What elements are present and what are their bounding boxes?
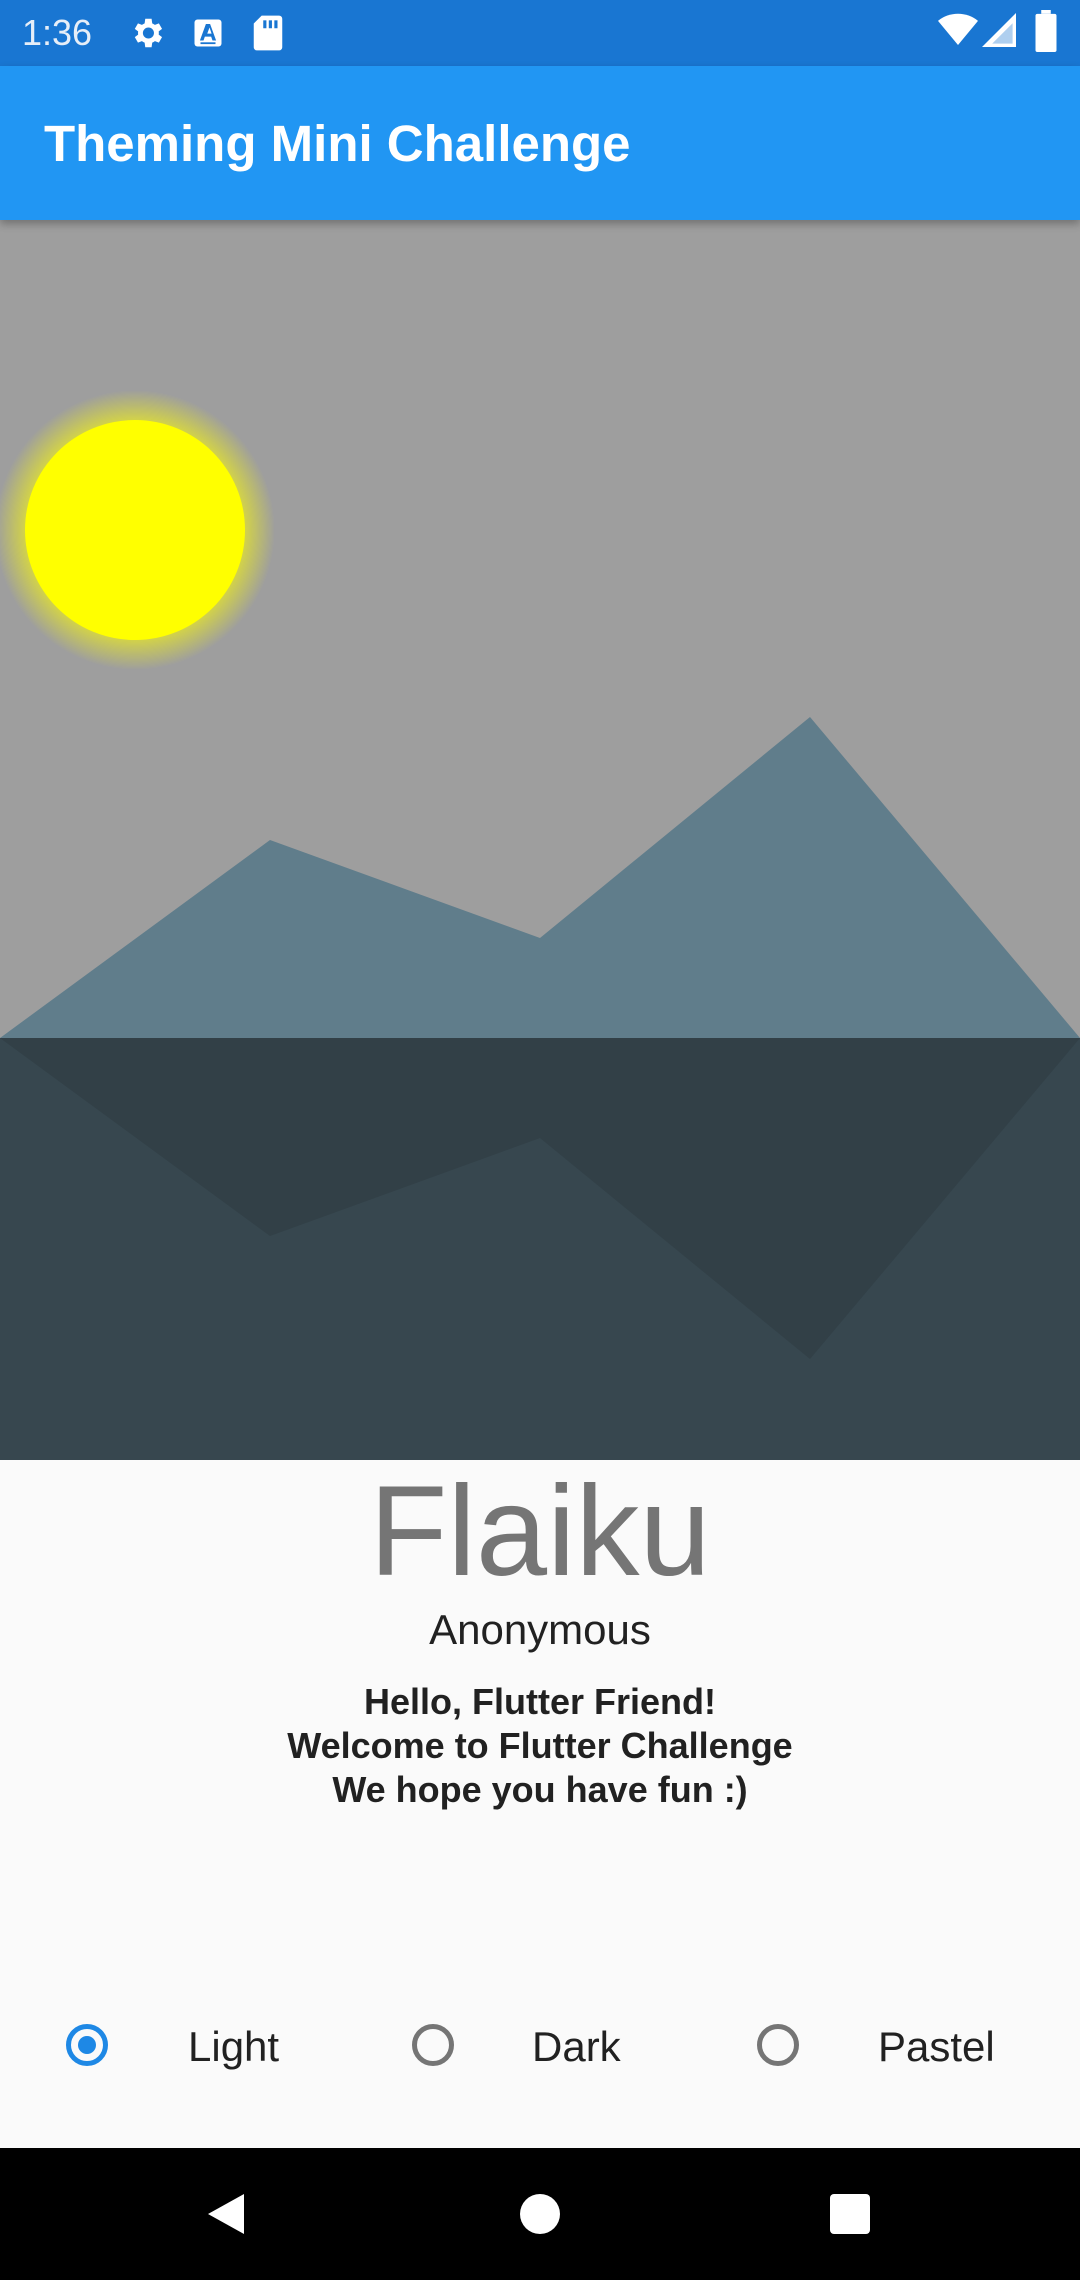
- radio-pastel[interactable]: [757, 2024, 799, 2066]
- app-bar: Theming Mini Challenge: [0, 66, 1080, 220]
- gear-icon: [128, 14, 166, 57]
- landscape-svg: [0, 220, 1080, 1460]
- home-icon[interactable]: [518, 2190, 562, 2243]
- cell-signal-icon: [982, 12, 1016, 53]
- recents-icon[interactable]: [828, 2190, 872, 2243]
- theme-selector: Light Dark Pastel: [0, 2010, 1080, 2090]
- back-icon[interactable]: [204, 2190, 248, 2243]
- text-a-icon: [190, 14, 226, 57]
- poem-author: Anonymous: [429, 1606, 651, 1653]
- battery-icon: [1034, 10, 1058, 57]
- status-bar: 1:36: [0, 0, 1080, 66]
- sun: [25, 420, 245, 640]
- radio-dark[interactable]: [412, 2024, 454, 2066]
- system-nav-bar: [0, 2148, 1080, 2280]
- radio-label-light[interactable]: Light: [188, 2022, 279, 2072]
- app-title: Theming Mini Challenge: [44, 115, 631, 172]
- sd-card-icon: [252, 14, 284, 57]
- radio-label-pastel[interactable]: Pastel: [878, 2022, 995, 2072]
- poem-line-1: Hello, Flutter Friend!: [363, 1681, 716, 1722]
- poem-line-3: We hope you have fun :): [332, 1769, 748, 1810]
- wifi-icon: [938, 12, 978, 53]
- radio-light[interactable]: [66, 2024, 108, 2066]
- landscape-illustration: [0, 220, 1080, 1460]
- status-time: 1:36: [22, 12, 93, 53]
- poem-line-2: Welcome to Flutter Challenge: [287, 1725, 793, 1766]
- poem-title: Flaiku: [369, 1460, 711, 1603]
- radio-label-dark[interactable]: Dark: [532, 2022, 621, 2072]
